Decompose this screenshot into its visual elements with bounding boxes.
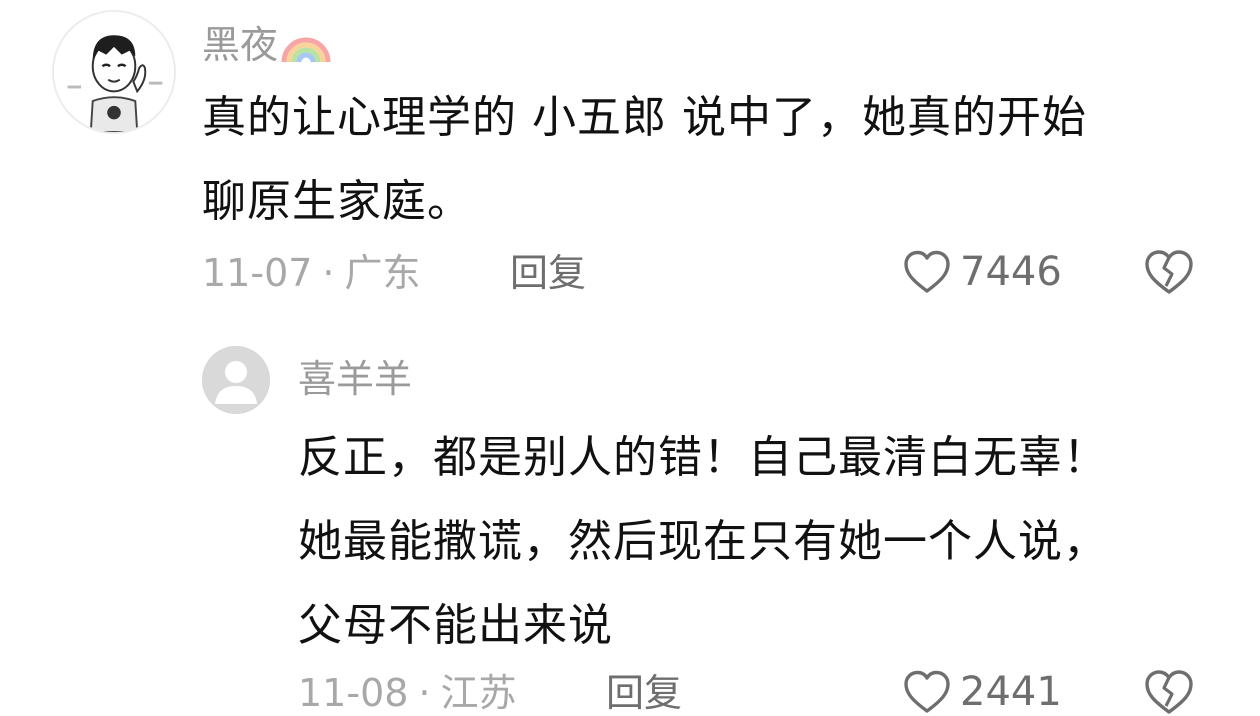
broken-heart-icon	[1145, 670, 1193, 714]
default-avatar-icon	[202, 346, 270, 414]
comment-text-line: 真的让心理学的 小五郎 说中了，她真的开始	[202, 92, 1087, 143]
reply-like-count: 2441	[960, 669, 1062, 715]
reply-text: 反正，都是别人的错！自己最清白无辜！ 她最能撒谎，然后现在只有她一个人说， 父母…	[298, 416, 1198, 668]
like-button[interactable]: 7446	[902, 248, 1062, 296]
comment-text-line: 聊原生家庭。	[202, 176, 472, 227]
comment-username[interactable]: 黑夜	[202, 20, 332, 66]
rainbow-icon	[281, 37, 331, 63]
username-text: 黑夜	[202, 23, 279, 67]
meta-separator: ·	[418, 671, 431, 715]
comment-text: 真的让心理学的 小五郎 说中了，她真的开始 聊原生家庭。	[202, 76, 1192, 244]
broken-heart-icon	[1145, 250, 1193, 294]
comment-location: 广东	[344, 251, 421, 295]
comment-meta: 11-07 · 广东	[202, 254, 421, 292]
reply-meta: 11-08 · 江苏	[298, 674, 517, 712]
reply-username[interactable]: 喜羊羊	[298, 360, 412, 398]
reply-date: 11-08	[298, 671, 409, 715]
reply-reply-button[interactable]: 回复	[606, 674, 682, 712]
reply-location: 江苏	[440, 671, 517, 715]
avatar-cartoon-icon	[54, 12, 174, 132]
reply-dislike-button[interactable]	[1142, 668, 1196, 716]
reply-text-line: 反正，都是别人的错！自己最清白无辜！	[298, 432, 1108, 483]
comment-date: 11-07	[202, 251, 313, 295]
reply-text-line: 父母不能出来说	[298, 600, 613, 651]
heart-outline-icon	[904, 250, 950, 293]
meta-separator: ·	[322, 251, 335, 295]
reply-button[interactable]: 回复	[510, 254, 586, 292]
heart-outline-icon	[904, 670, 950, 713]
like-count: 7446	[960, 249, 1062, 295]
reply-user-avatar[interactable]	[202, 346, 270, 414]
user-avatar[interactable]	[52, 10, 176, 134]
reply-like-button[interactable]: 2441	[902, 668, 1062, 716]
dislike-button[interactable]	[1142, 248, 1196, 296]
reply-text-line: 她最能撒谎，然后现在只有她一个人说，	[298, 516, 1108, 567]
